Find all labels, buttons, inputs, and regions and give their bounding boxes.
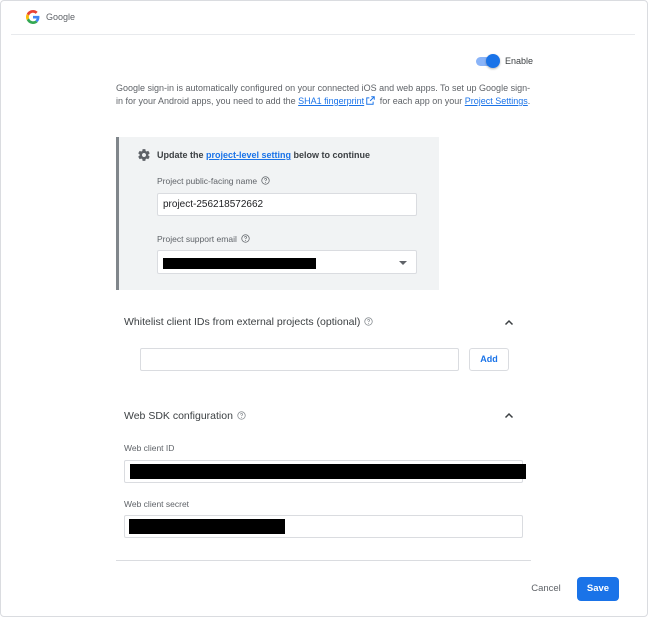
callout-heading: Update the project-level setting below t… — [157, 150, 370, 160]
web-sdk-section-title: Web SDK configuration — [124, 410, 246, 422]
support-email-label-text: Project support email — [157, 234, 237, 244]
add-client-id-button[interactable]: Add — [469, 348, 509, 371]
help-icon[interactable] — [237, 411, 246, 420]
redacted-email — [163, 258, 316, 269]
redacted-client-id — [130, 464, 526, 479]
cancel-button[interactable]: Cancel — [526, 579, 566, 599]
web-client-secret-label: Web client secret — [124, 499, 190, 509]
intro-text: Google sign-in is automatically configur… — [116, 82, 534, 108]
intro-text-b: for each app on your — [377, 96, 465, 106]
whitelist-client-id-input[interactable] — [140, 348, 459, 371]
save-button[interactable]: Save — [577, 577, 619, 601]
collapse-web-sdk-chevron-up-icon[interactable] — [504, 411, 514, 421]
help-icon[interactable] — [261, 176, 270, 185]
public-name-input[interactable]: project-256218572662 — [157, 193, 417, 216]
public-name-label-text: Project public-facing name — [157, 176, 258, 186]
web-client-id-field[interactable] — [124, 460, 526, 483]
web-sdk-title-text: Web SDK configuration — [124, 410, 233, 422]
support-email-label: Project support email — [157, 234, 250, 244]
web-client-id-label: Web client ID — [124, 443, 175, 453]
provider-header: Google — [26, 9, 75, 25]
project-settings-link[interactable]: Project Settings — [465, 96, 528, 106]
whitelist-section-title: Whitelist client IDs from external proje… — [124, 316, 373, 328]
web-client-secret-field[interactable] — [124, 515, 523, 538]
intro-text-c: . — [527, 96, 531, 106]
whitelist-title-text: Whitelist client IDs from external proje… — [124, 316, 361, 328]
external-link-icon — [366, 96, 375, 105]
toggle-thumb — [486, 54, 500, 68]
collapse-whitelist-chevron-up-icon[interactable] — [504, 318, 514, 328]
header-divider — [11, 34, 635, 35]
project-settings-callout: Update the project-level setting below t… — [116, 137, 439, 290]
public-name-label: Project public-facing name — [157, 176, 270, 186]
sha1-fingerprint-link[interactable]: SHA1 fingerprint — [298, 96, 364, 106]
callout-prefix: Update the — [157, 150, 207, 160]
help-icon[interactable] — [364, 317, 373, 326]
gear-icon — [138, 149, 150, 161]
enable-label: Enable — [505, 56, 534, 66]
google-logo-icon — [26, 10, 40, 24]
help-icon[interactable] — [241, 234, 250, 243]
redacted-client-secret — [129, 519, 285, 534]
support-email-select[interactable] — [157, 250, 417, 274]
enable-toggle-group: Enable — [476, 54, 533, 68]
callout-suffix: below to continue — [291, 150, 371, 160]
dropdown-arrow-icon — [399, 261, 407, 265]
project-level-setting-link[interactable]: project-level setting — [206, 150, 291, 160]
provider-title: Google — [46, 12, 76, 22]
footer-divider — [116, 560, 531, 561]
enable-toggle[interactable] — [476, 54, 500, 68]
